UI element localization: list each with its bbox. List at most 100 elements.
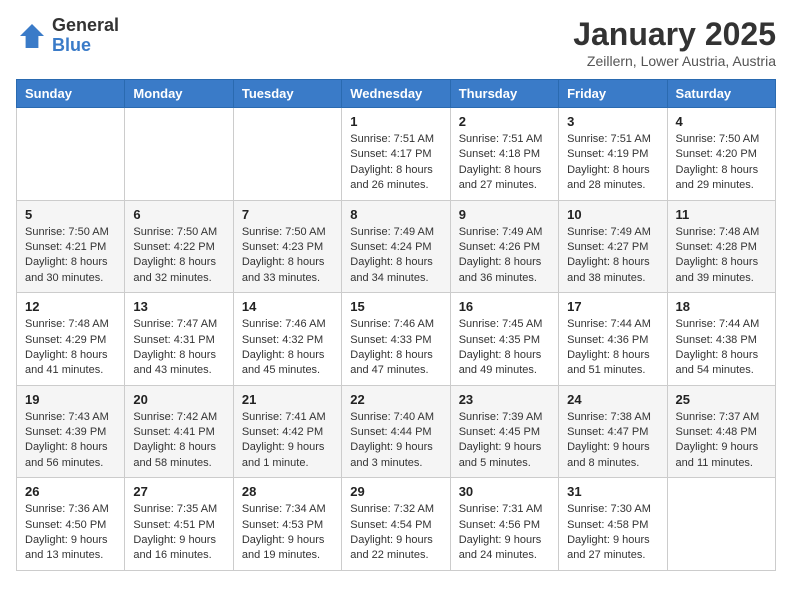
day-info: Sunrise: 7:31 AM Sunset: 4:56 PM Dayligh… — [459, 502, 550, 564]
day-info: Sunrise: 7:41 AM Sunset: 4:42 PM Dayligh… — [242, 410, 333, 472]
day-number: 22 — [350, 392, 441, 407]
logo-blue: Blue — [52, 36, 119, 56]
day-number: 19 — [25, 392, 116, 407]
day-info: Sunrise: 7:40 AM Sunset: 4:44 PM Dayligh… — [350, 410, 441, 472]
day-info: Sunrise: 7:48 AM Sunset: 4:29 PM Dayligh… — [25, 317, 116, 379]
calendar-cell — [667, 478, 775, 571]
logo-icon — [16, 20, 48, 52]
day-number: 12 — [25, 299, 116, 314]
calendar-cell: 10Sunrise: 7:49 AM Sunset: 4:27 PM Dayli… — [559, 200, 667, 293]
day-of-week-header: Wednesday — [342, 80, 450, 108]
day-info: Sunrise: 7:30 AM Sunset: 4:58 PM Dayligh… — [567, 502, 658, 564]
month-title: January 2025 — [573, 16, 776, 53]
day-number: 26 — [25, 484, 116, 499]
day-info: Sunrise: 7:49 AM Sunset: 4:27 PM Dayligh… — [567, 225, 658, 287]
day-number: 13 — [133, 299, 224, 314]
day-number: 7 — [242, 207, 333, 222]
day-number: 3 — [567, 114, 658, 129]
calendar-cell: 22 Sunrise: 7:40 AM Sunset: 4:44 PM Dayli… — [342, 385, 450, 478]
page-header: General Blue January 2025 Zeillern, Lowe… — [16, 16, 776, 69]
calendar-cell: 31 Sunrise: 7:30 AM Sunset: 4:58 PM Dayli… — [559, 478, 667, 571]
day-number: 21 — [242, 392, 333, 407]
calendar-cell: 7Sunrise: 7:50 AM Sunset: 4:23 PM Daylig… — [233, 200, 341, 293]
day-info: Sunrise: 7:39 AM Sunset: 4:45 PM Dayligh… — [459, 410, 550, 472]
day-info: Sunrise: 7:37 AM Sunset: 4:48 PM Dayligh… — [676, 410, 767, 472]
day-info: Sunrise: 7:46 AM Sunset: 4:32 PM Dayligh… — [242, 317, 333, 379]
day-number: 30 — [459, 484, 550, 499]
day-info: Sunrise: 7:35 AM Sunset: 4:51 PM Dayligh… — [133, 502, 224, 564]
day-of-week-header: Friday — [559, 80, 667, 108]
day-info: Sunrise: 7:48 AM Sunset: 4:28 PM Dayligh… — [676, 225, 767, 287]
calendar-cell: 18Sunrise: 7:44 AM Sunset: 4:38 PM Dayli… — [667, 293, 775, 386]
title-section: January 2025 Zeillern, Lower Austria, Au… — [573, 16, 776, 69]
calendar-week-row: 19 Sunrise: 7:43 AM Sunset: 4:39 PM Dayli… — [17, 385, 776, 478]
day-info: Sunrise: 7:46 AM Sunset: 4:33 PM Dayligh… — [350, 317, 441, 379]
day-number: 29 — [350, 484, 441, 499]
day-info: Sunrise: 7:38 AM Sunset: 4:47 PM Dayligh… — [567, 410, 658, 472]
calendar-cell: 3 Sunrise: 7:51 AM Sunset: 4:19 PM Daylig… — [559, 108, 667, 201]
calendar-cell: 6 Sunrise: 7:50 AM Sunset: 4:22 PM Daylig… — [125, 200, 233, 293]
day-number: 28 — [242, 484, 333, 499]
calendar-header-row: SundayMondayTuesdayWednesdayThursdayFrid… — [17, 80, 776, 108]
location-subtitle: Zeillern, Lower Austria, Austria — [573, 53, 776, 69]
calendar-cell: 11 Sunrise: 7:48 AM Sunset: 4:28 PM Dayli… — [667, 200, 775, 293]
day-number: 27 — [133, 484, 224, 499]
day-info: Sunrise: 7:43 AM Sunset: 4:39 PM Dayligh… — [25, 410, 116, 472]
day-info: Sunrise: 7:44 AM Sunset: 4:36 PM Dayligh… — [567, 317, 658, 379]
day-info: Sunrise: 7:32 AM Sunset: 4:54 PM Dayligh… — [350, 502, 441, 564]
calendar-cell: 24 Sunrise: 7:38 AM Sunset: 4:47 PM Dayli… — [559, 385, 667, 478]
calendar-cell — [233, 108, 341, 201]
calendar-cell: 5Sunrise: 7:50 AM Sunset: 4:21 PM Daylig… — [17, 200, 125, 293]
day-info: Sunrise: 7:50 AM Sunset: 4:22 PM Dayligh… — [133, 225, 224, 287]
calendar-cell: 2 Sunrise: 7:51 AM Sunset: 4:18 PM Daylig… — [450, 108, 558, 201]
calendar-cell: 9 Sunrise: 7:49 AM Sunset: 4:26 PM Daylig… — [450, 200, 558, 293]
logo-text: General Blue — [52, 16, 119, 56]
calendar-cell: 27 Sunrise: 7:35 AM Sunset: 4:51 PM Dayli… — [125, 478, 233, 571]
day-number: 14 — [242, 299, 333, 314]
day-number: 11 — [676, 207, 767, 222]
calendar-cell: 19 Sunrise: 7:43 AM Sunset: 4:39 PM Dayli… — [17, 385, 125, 478]
day-number: 16 — [459, 299, 550, 314]
day-info: Sunrise: 7:34 AM Sunset: 4:53 PM Dayligh… — [242, 502, 333, 564]
day-number: 15 — [350, 299, 441, 314]
day-of-week-header: Thursday — [450, 80, 558, 108]
day-number: 25 — [676, 392, 767, 407]
calendar-cell: 30 Sunrise: 7:31 AM Sunset: 4:56 PM Dayli… — [450, 478, 558, 571]
calendar-cell: 21 Sunrise: 7:41 AM Sunset: 4:42 PM Dayli… — [233, 385, 341, 478]
day-of-week-header: Saturday — [667, 80, 775, 108]
day-number: 4 — [676, 114, 767, 129]
day-number: 6 — [133, 207, 224, 222]
day-info: Sunrise: 7:42 AM Sunset: 4:41 PM Dayligh… — [133, 410, 224, 472]
day-of-week-header: Sunday — [17, 80, 125, 108]
calendar-cell — [17, 108, 125, 201]
calendar-week-row: 1Sunrise: 7:51 AM Sunset: 4:17 PM Daylig… — [17, 108, 776, 201]
day-number: 2 — [459, 114, 550, 129]
calendar-cell: 14 Sunrise: 7:46 AM Sunset: 4:32 PM Dayli… — [233, 293, 341, 386]
calendar-cell: 25 Sunrise: 7:37 AM Sunset: 4:48 PM Dayli… — [667, 385, 775, 478]
calendar-cell: 26 Sunrise: 7:36 AM Sunset: 4:50 PM Dayli… — [17, 478, 125, 571]
day-number: 31 — [567, 484, 658, 499]
day-of-week-header: Tuesday — [233, 80, 341, 108]
calendar-week-row: 12 Sunrise: 7:48 AM Sunset: 4:29 PM Dayli… — [17, 293, 776, 386]
calendar-week-row: 26 Sunrise: 7:36 AM Sunset: 4:50 PM Dayli… — [17, 478, 776, 571]
day-info: Sunrise: 7:45 AM Sunset: 4:35 PM Dayligh… — [459, 317, 550, 379]
day-info: Sunrise: 7:50 AM Sunset: 4:21 PM Dayligh… — [25, 225, 116, 287]
logo-general: General — [52, 16, 119, 36]
day-info: Sunrise: 7:51 AM Sunset: 4:19 PM Dayligh… — [567, 132, 658, 194]
day-number: 1 — [350, 114, 441, 129]
calendar-table: SundayMondayTuesdayWednesdayThursdayFrid… — [16, 79, 776, 571]
calendar-cell: 12 Sunrise: 7:48 AM Sunset: 4:29 PM Dayli… — [17, 293, 125, 386]
day-number: 20 — [133, 392, 224, 407]
day-info: Sunrise: 7:36 AM Sunset: 4:50 PM Dayligh… — [25, 502, 116, 564]
calendar-cell: 8Sunrise: 7:49 AM Sunset: 4:24 PM Daylig… — [342, 200, 450, 293]
day-number: 18 — [676, 299, 767, 314]
calendar-cell: 28 Sunrise: 7:34 AM Sunset: 4:53 PM Dayli… — [233, 478, 341, 571]
day-of-week-header: Monday — [125, 80, 233, 108]
day-info: Sunrise: 7:51 AM Sunset: 4:18 PM Dayligh… — [459, 132, 550, 194]
calendar-week-row: 5Sunrise: 7:50 AM Sunset: 4:21 PM Daylig… — [17, 200, 776, 293]
day-number: 24 — [567, 392, 658, 407]
logo: General Blue — [16, 16, 119, 56]
day-info: Sunrise: 7:49 AM Sunset: 4:26 PM Dayligh… — [459, 225, 550, 287]
day-number: 9 — [459, 207, 550, 222]
day-info: Sunrise: 7:47 AM Sunset: 4:31 PM Dayligh… — [133, 317, 224, 379]
